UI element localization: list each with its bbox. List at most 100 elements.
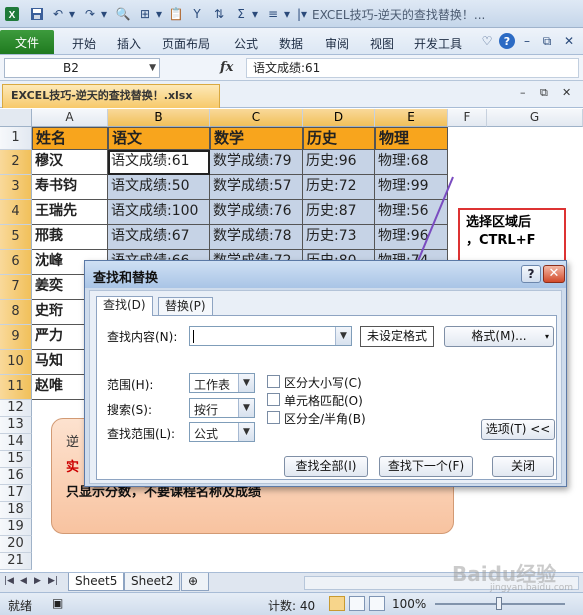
column-header-c[interactable]: C — [210, 109, 303, 127]
page-break-view-icon[interactable] — [369, 596, 385, 611]
workbook-tab[interactable]: EXCEL技巧-逆天的查找替换！.xlsx — [2, 84, 220, 108]
score-cell[interactable]: 语文成绩:100 — [108, 200, 210, 225]
macro-record-icon[interactable]: ▣ — [52, 596, 63, 610]
header-cell[interactable]: 历史 — [303, 127, 375, 150]
tab-home[interactable]: 开始 — [72, 35, 96, 52]
name-cell[interactable]: 寿书钧 — [32, 175, 108, 200]
row-header-13[interactable]: 13 — [0, 417, 32, 434]
column-header-e[interactable]: E — [375, 109, 448, 127]
tab-page-layout[interactable]: 页面布局 — [162, 35, 210, 52]
page-layout-view-icon[interactable] — [349, 596, 365, 611]
tab-formulas[interactable]: 公式 — [234, 35, 258, 52]
score-cell[interactable]: 语文成绩:50 — [108, 175, 210, 200]
chevron-down-icon[interactable]: ▼ — [238, 423, 254, 441]
row-header-8[interactable]: 8 — [0, 300, 32, 325]
align-dropdown-icon[interactable]: ▾ — [279, 6, 295, 22]
row-header-2[interactable]: 2 — [0, 150, 32, 175]
header-cell[interactable]: 物理 — [375, 127, 448, 150]
customize-qat-icon[interactable]: |▾ — [294, 6, 310, 22]
dialog-help-button[interactable]: ? — [521, 265, 541, 283]
row-header-20[interactable]: 20 — [0, 536, 32, 553]
scope-select[interactable]: 工作表 ▼ — [189, 373, 255, 393]
tab-find[interactable]: 查找(D) — [96, 296, 153, 316]
find-what-input[interactable]: ▼ — [189, 326, 352, 346]
row-header-17[interactable]: 17 — [0, 485, 32, 502]
header-cell[interactable]: 姓名 — [32, 127, 108, 150]
row-header-5[interactable]: 5 — [0, 225, 32, 250]
sheet-tab-sheet5[interactable]: Sheet5 — [68, 573, 125, 591]
next-sheet-icon[interactable]: ▶ — [34, 576, 41, 586]
restore-icon[interactable]: ⧉ — [539, 33, 555, 49]
chevron-down-icon[interactable]: ▼ — [238, 399, 254, 417]
find-all-button[interactable]: 查找全部(I) — [284, 456, 368, 477]
zoom-slider-thumb[interactable] — [496, 597, 502, 610]
close-dialog-button[interactable]: 关闭 — [492, 456, 554, 477]
minimize-workbook-icon[interactable]: – — [520, 86, 526, 99]
chevron-down-icon[interactable]: ▼ — [238, 374, 254, 392]
excel-app-icon[interactable]: X — [4, 6, 20, 22]
score-cell[interactable]: 物理:68 — [375, 150, 448, 175]
minimize-icon[interactable]: – — [519, 33, 535, 49]
match-entire-checkbox[interactable] — [267, 393, 280, 406]
score-cell[interactable]: 数学成绩:79 — [210, 150, 303, 175]
sheet-tab-sheet2[interactable]: Sheet2 — [124, 573, 181, 591]
score-cell[interactable]: 数学成绩:76 — [210, 200, 303, 225]
paste-icon[interactable]: 📋 — [168, 6, 184, 22]
score-cell[interactable]: 语文成绩:61 — [108, 150, 210, 175]
row-header-6[interactable]: 6 — [0, 250, 32, 275]
insert-sheet-icon[interactable]: ⊕ — [181, 573, 209, 591]
row-header-15[interactable]: 15 — [0, 451, 32, 468]
row-header-7[interactable]: 7 — [0, 275, 32, 300]
format-button[interactable]: 格式(M)... ▾ — [444, 326, 554, 347]
first-sheet-icon[interactable]: |◀ — [4, 576, 14, 586]
name-box[interactable]: B2 ▼ — [4, 58, 160, 78]
prev-sheet-icon[interactable]: ◀ — [20, 576, 27, 586]
name-cell[interactable]: 穆汉 — [32, 150, 108, 175]
print-preview-icon[interactable]: 🔍 — [115, 6, 131, 22]
row-header-21[interactable]: 21 — [0, 553, 32, 570]
find-next-button[interactable]: 查找下一个(F) — [379, 456, 473, 477]
match-case-checkbox[interactable] — [267, 375, 280, 388]
score-cell[interactable]: 语文成绩:67 — [108, 225, 210, 250]
chevron-down-icon[interactable]: ▼ — [335, 327, 351, 345]
name-cell[interactable]: 邢莪 — [32, 225, 108, 250]
score-cell[interactable]: 历史:87 — [303, 200, 375, 225]
tab-view[interactable]: 视图 — [370, 35, 394, 52]
row-header-10[interactable]: 10 — [0, 350, 32, 375]
column-header-b[interactable]: B — [108, 109, 210, 127]
tab-developer[interactable]: 开发工具 — [414, 35, 462, 52]
look-in-select[interactable]: 公式 ▼ — [189, 422, 255, 442]
close-icon[interactable]: ✕ — [561, 33, 577, 49]
column-header-d[interactable]: D — [303, 109, 375, 127]
dialog-close-button[interactable]: ✕ — [543, 265, 565, 283]
row-header-16[interactable]: 16 — [0, 468, 32, 485]
options-button[interactable]: 选项(T) << — [481, 419, 555, 440]
tab-review[interactable]: 审阅 — [325, 35, 349, 52]
save-icon[interactable] — [29, 6, 45, 22]
score-cell[interactable]: 历史:96 — [303, 150, 375, 175]
normal-view-icon[interactable] — [329, 596, 345, 611]
score-cell[interactable]: 数学成绩:57 — [210, 175, 303, 200]
tab-data[interactable]: 数据 — [279, 35, 303, 52]
column-header-a[interactable]: A — [32, 109, 108, 127]
filter-icon[interactable]: Y — [189, 6, 205, 22]
zoom-level[interactable]: 100% — [392, 597, 426, 611]
close-workbook-icon[interactable]: ✕ — [562, 86, 571, 99]
row-header-18[interactable]: 18 — [0, 502, 32, 519]
row-header-3[interactable]: 3 — [0, 175, 32, 200]
fx-icon[interactable]: fx — [220, 60, 233, 75]
tab-insert[interactable]: 插入 — [117, 35, 141, 52]
score-cell[interactable]: 数学成绩:78 — [210, 225, 303, 250]
score-cell[interactable]: 历史:72 — [303, 175, 375, 200]
row-header-9[interactable]: 9 — [0, 325, 32, 350]
select-all-corner[interactable] — [0, 109, 32, 127]
header-cell[interactable]: 数学 — [210, 127, 303, 150]
tab-replace[interactable]: 替换(P) — [158, 297, 213, 315]
restore-workbook-icon[interactable]: ⧉ — [540, 86, 548, 100]
chevron-down-icon[interactable]: ▼ — [149, 59, 156, 77]
undo-dropdown-icon[interactable]: ▾ — [64, 6, 80, 22]
search-select[interactable]: 按行 ▼ — [189, 398, 255, 418]
dialog-title-bar[interactable]: 查找和替换 ? ✕ — [85, 261, 566, 288]
column-header-g[interactable]: G — [487, 109, 583, 127]
row-header-11[interactable]: 11 — [0, 375, 32, 400]
